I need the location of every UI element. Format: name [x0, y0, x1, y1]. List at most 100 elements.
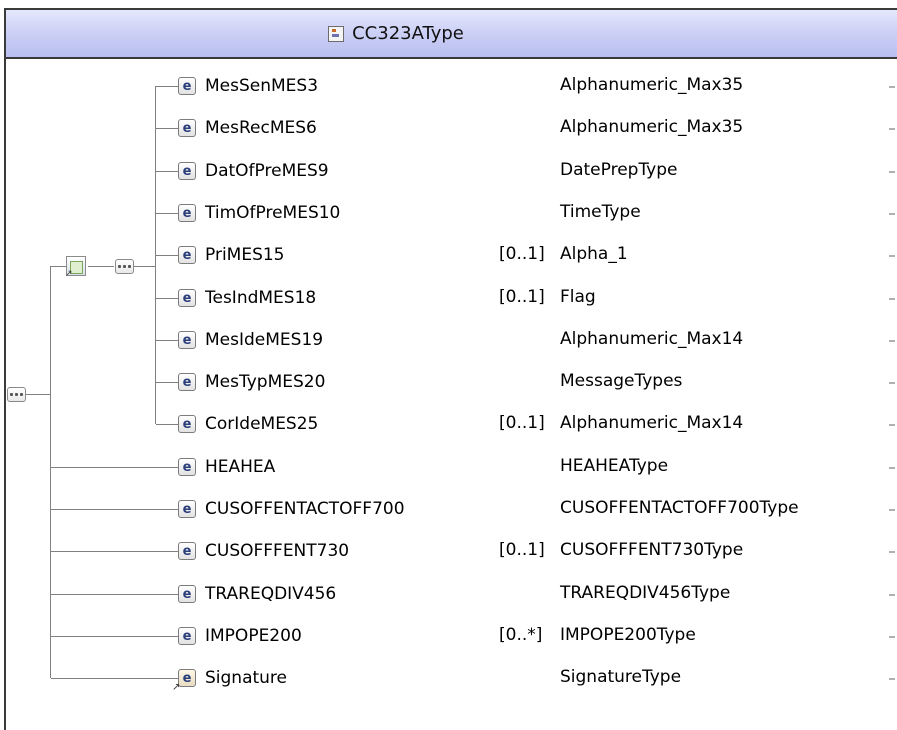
group-reference-icon[interactable]: [65, 256, 86, 279]
element-name: MesSenMES3: [205, 76, 319, 96]
element-connector: [156, 382, 178, 383]
element-type: Alphanumeric_Max35: [560, 75, 744, 95]
element-connector: [156, 213, 178, 214]
occurrence-label: [0..1]: [499, 287, 545, 307]
element-row[interactable]: e DatOfPreMES9: [178, 157, 329, 185]
element-connector: [51, 678, 178, 679]
row-tail-marker: [889, 340, 895, 342]
row-tail-marker: [889, 551, 895, 553]
occurrence-label: [0..1]: [499, 244, 545, 264]
element-connector: [51, 509, 178, 510]
element-connector: [51, 594, 178, 595]
element-connector: [156, 340, 178, 341]
element-type: TRAREQDIV456Type: [560, 583, 731, 603]
row-tail-marker: [889, 467, 895, 469]
element-icon: e: [178, 119, 196, 137]
element-type: Alphanumeric_Max14: [560, 413, 744, 433]
element-row[interactable]: e CUSOFFFENT730: [178, 537, 349, 565]
element-connector: [156, 128, 178, 129]
group-to-inner-connector: [88, 266, 114, 267]
element-type: HEAHEAType: [560, 456, 669, 476]
element-name: CUSOFFFENT730: [205, 541, 350, 561]
element-type: SignatureType: [560, 667, 682, 687]
element-row[interactable]: e MesTypMES20: [178, 368, 325, 396]
element-name: HEAHEA: [205, 457, 276, 477]
element-row[interactable]: e TesIndMES18: [178, 284, 316, 312]
element-connector: [156, 424, 178, 425]
element-type: IMPOPE200Type: [560, 625, 696, 645]
element-icon: e: [178, 204, 196, 222]
element-icon: e: [178, 627, 196, 645]
element-name: PriMES15: [205, 245, 285, 265]
element-name: TRAREQDIV456: [205, 584, 337, 604]
row-tail-marker: [889, 424, 895, 426]
element-type: DatePrepType: [560, 160, 678, 180]
element-icon: e: [178, 331, 196, 349]
element-connector: [51, 551, 178, 552]
element-row[interactable]: e Signature: [172, 664, 288, 693]
element-icon: e: [178, 542, 196, 560]
element-row[interactable]: e PriMES15: [178, 241, 285, 269]
row-tail-marker: [889, 298, 895, 300]
element-icon: e: [178, 246, 196, 264]
element-type: Alphanumeric_Max35: [560, 117, 744, 137]
element-type: CUSOFFENTACTOFF700Type: [560, 498, 799, 518]
element-name: MesTypMES20: [205, 372, 326, 392]
element-type: MessageTypes: [560, 371, 683, 391]
element-type: Alphanumeric_Max14: [560, 329, 744, 349]
element-type: CUSOFFFENT730Type: [560, 540, 744, 560]
root-to-outer-connector: [26, 394, 51, 395]
element-row[interactable]: e TimOfPreMES10: [178, 199, 340, 227]
element-name: DatOfPreMES9: [205, 161, 329, 181]
element-row[interactable]: e CorIdeMES25: [178, 410, 318, 438]
row-tail-marker: [889, 86, 895, 88]
element-type: Alpha_1: [560, 244, 628, 264]
element-row[interactable]: e TRAREQDIV456: [178, 580, 336, 608]
element-type: Flag: [560, 287, 596, 307]
outer-sequence-connector: [50, 266, 51, 678]
element-icon: e: [178, 415, 196, 433]
element-row[interactable]: e IMPOPE200: [178, 622, 302, 650]
element-name: CorIdeMES25: [205, 414, 319, 434]
element-row[interactable]: e MesIdeMES19: [178, 326, 323, 354]
element-connector: [51, 467, 178, 468]
element-row[interactable]: e CUSOFFENTACTOFF700: [178, 495, 405, 523]
element-connector: [51, 636, 178, 637]
element-row[interactable]: e MesSenMES3: [178, 72, 318, 100]
sequence-icon[interactable]: [115, 259, 134, 274]
element-reference-icon: e: [172, 669, 196, 693]
element-name: TimOfPreMES10: [205, 203, 341, 223]
complex-type-header[interactable]: CC323AType: [6, 10, 897, 59]
schema-diagram-frame: CC323AType: [4, 8, 897, 730]
row-tail-marker: [889, 382, 895, 384]
occurrence-label: [0..*]: [499, 625, 543, 645]
element-connector: [156, 86, 178, 87]
element-name: MesIdeMES19: [205, 330, 324, 350]
row-tail-marker: [889, 678, 895, 680]
inner-seq-to-branch-connector: [134, 266, 156, 267]
element-type: TimeType: [560, 202, 641, 222]
occurrence-label: [0..1]: [499, 540, 545, 560]
element-icon: e: [178, 162, 196, 180]
row-tail-marker: [889, 594, 895, 596]
element-name: Signature: [205, 668, 288, 688]
occurrence-label: [0..1]: [499, 413, 545, 433]
element-name: IMPOPE200: [205, 626, 302, 646]
sequence-icon[interactable]: [7, 387, 26, 402]
element-name: MesRecMES6: [205, 118, 317, 138]
element-row[interactable]: e MesRecMES6: [178, 114, 317, 142]
element-icon: e: [178, 500, 196, 518]
row-tail-marker: [889, 213, 895, 215]
element-connector: [156, 255, 178, 256]
row-tail-marker: [889, 171, 895, 173]
row-tail-marker: [889, 128, 895, 130]
complex-type-title: CC323AType: [352, 23, 464, 44]
element-row[interactable]: e HEAHEA: [178, 453, 275, 481]
outer-to-group-connector: [50, 266, 66, 267]
element-connector: [156, 298, 178, 299]
element-name: CUSOFFENTACTOFF700: [205, 499, 405, 519]
element-connector: [156, 171, 178, 172]
row-tail-marker: [889, 509, 895, 511]
element-icon: e: [178, 373, 196, 391]
element-icon: e: [178, 458, 196, 476]
